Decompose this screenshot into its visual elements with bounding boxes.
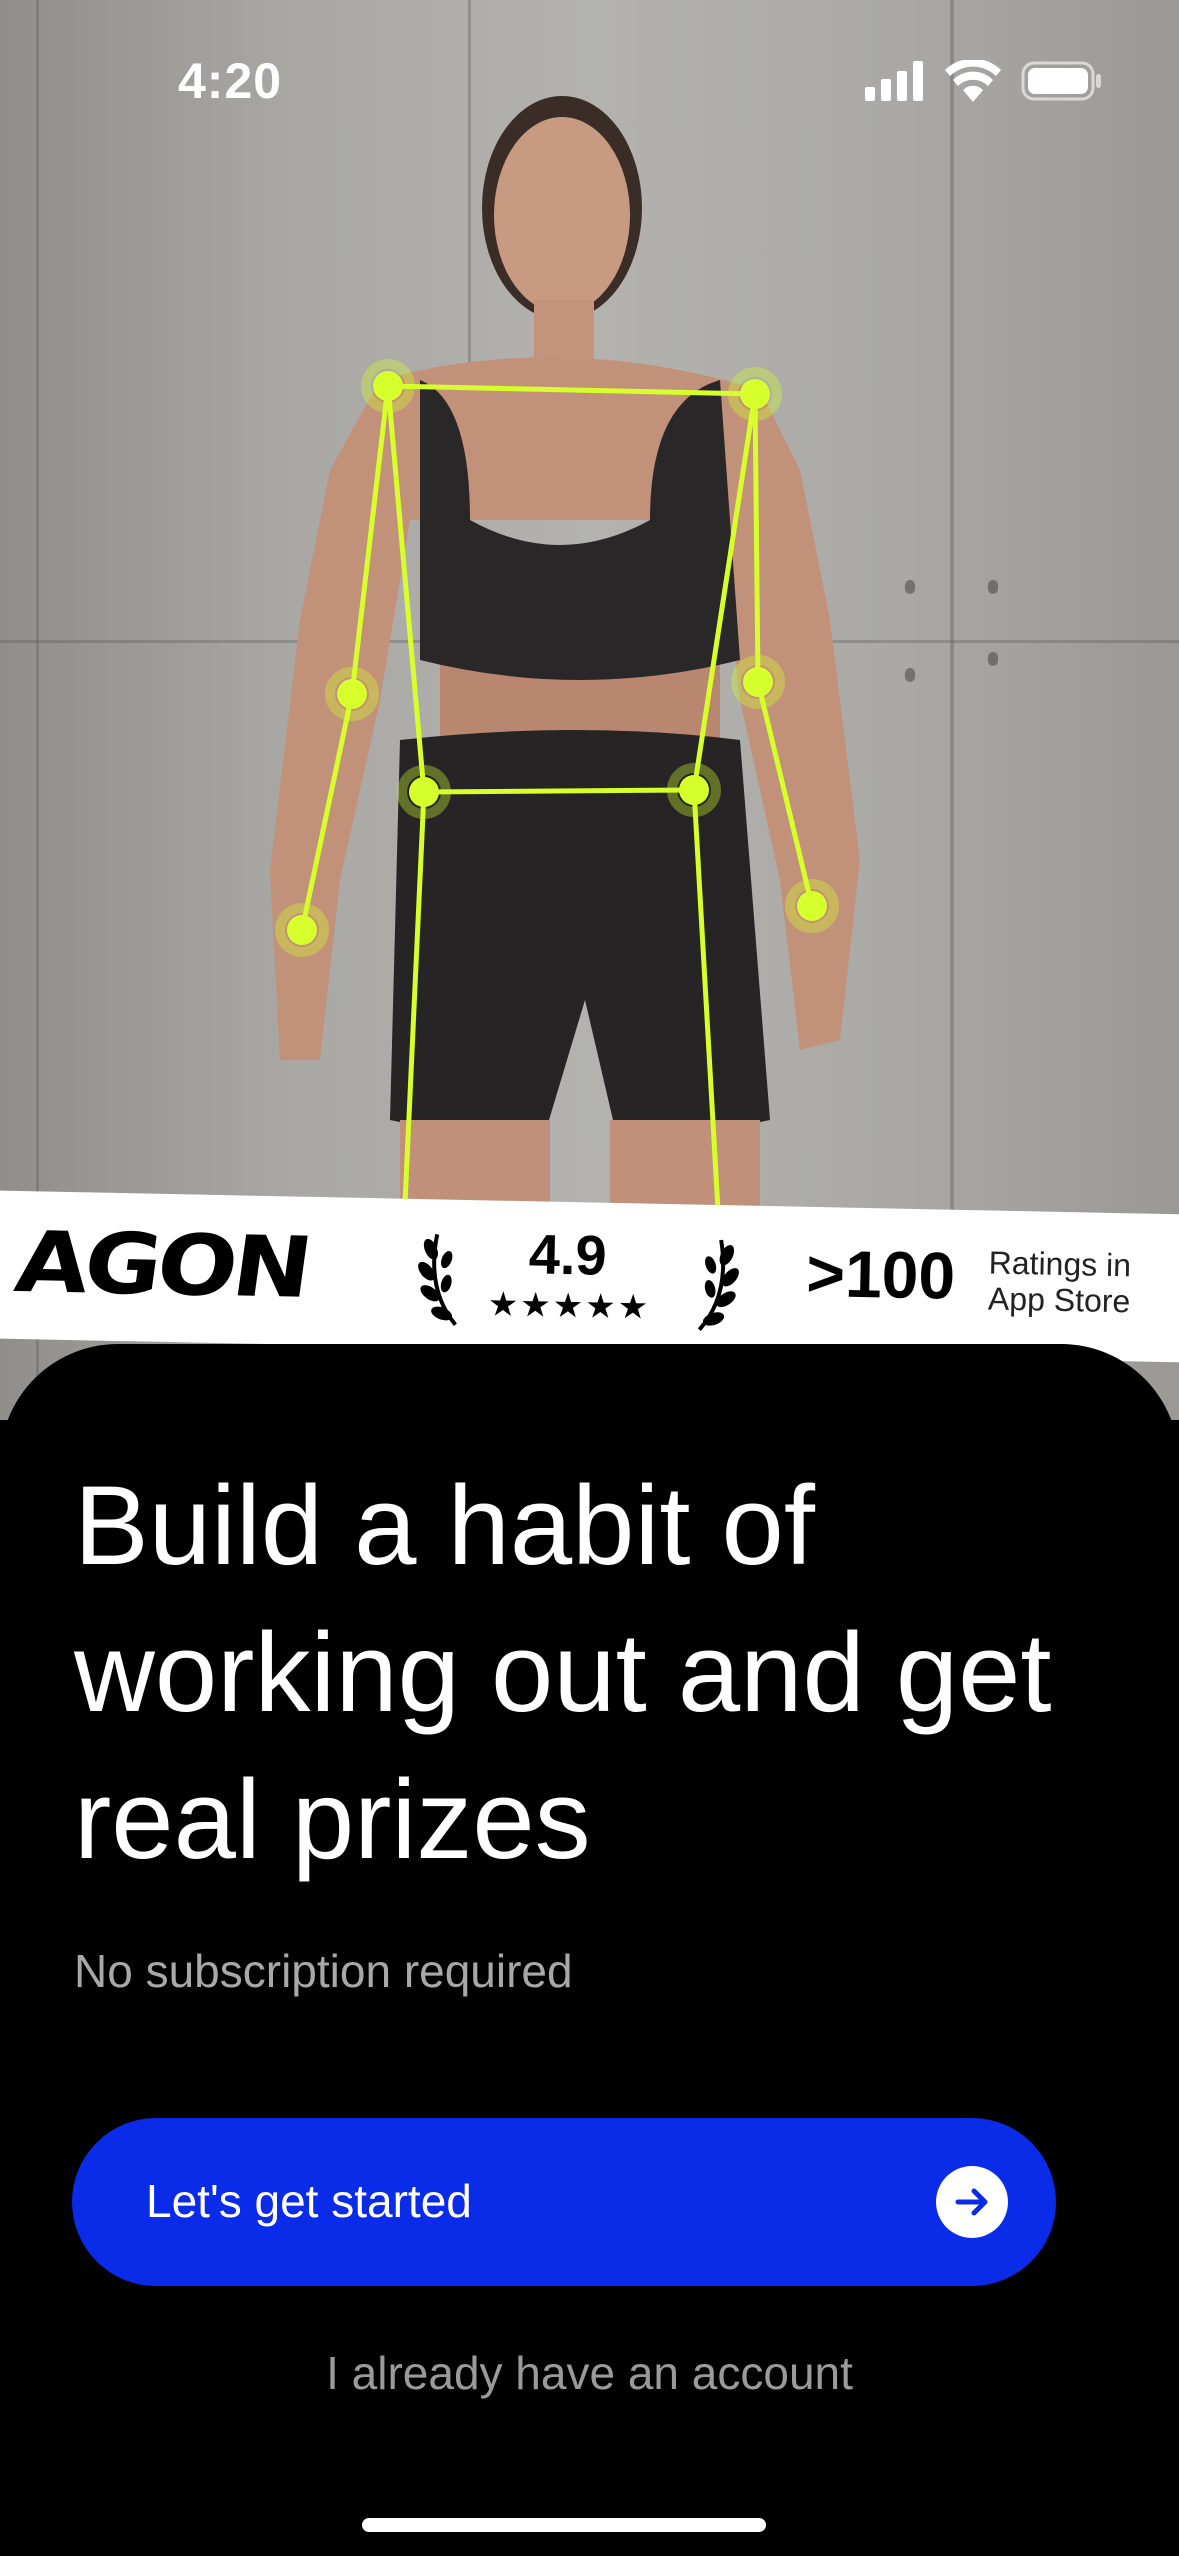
onboarding-screen: 4:20 AGON 4.9 ★★★★★ >100 Ratings in App …: [0, 0, 1179, 2556]
subtext: No subscription required: [74, 1945, 573, 1997]
brand-logo: AGON: [9, 1213, 315, 1317]
arrow-right-icon: [936, 2166, 1008, 2238]
wifi-icon: [945, 60, 1001, 102]
home-indicator[interactable]: [362, 2518, 766, 2532]
rating-stars-icon: ★★★★★: [487, 1285, 651, 1327]
ratings-label-line1: Ratings in: [988, 1244, 1132, 1284]
get-started-button[interactable]: Let's get started: [72, 2118, 1056, 2286]
laurel-left-icon: [418, 1233, 457, 1327]
ratings-count: >100: [805, 1235, 956, 1313]
get-started-label: Let's get started: [146, 2175, 472, 2227]
ratings-label: Ratings in App Store: [988, 1244, 1132, 1319]
cellular-icon: [865, 61, 923, 101]
status-time: 4:20: [178, 53, 283, 109]
battery-icon: [1021, 61, 1101, 101]
existing-account-link[interactable]: I already have an account: [0, 2346, 1179, 2400]
rating-banner: AGON 4.9 ★★★★★ >100 Ratings in App Store: [0, 1190, 1179, 1364]
ratings-label-line2: App Store: [987, 1280, 1131, 1320]
rating-value: 4.9: [528, 1222, 608, 1287]
status-icons: [865, 60, 1103, 102]
laurel-right-icon: [697, 1239, 739, 1331]
headline: Build a habit of working out and get rea…: [74, 1463, 1052, 1882]
